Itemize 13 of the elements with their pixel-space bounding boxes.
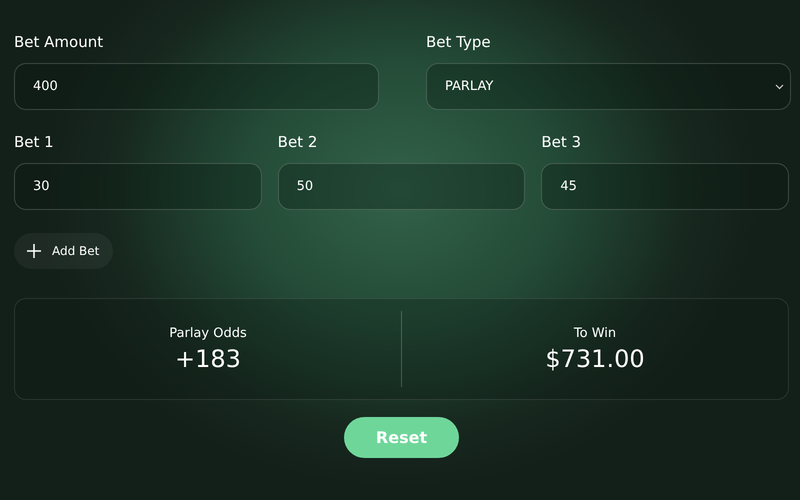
field-label: Bet 1 [14, 132, 54, 152]
plus-icon [26, 243, 42, 259]
result-value: +183 [175, 344, 241, 372]
result-label: To Win [574, 326, 616, 340]
field-label: Bet Amount [14, 32, 104, 52]
field-label: Bet 2 [278, 132, 318, 152]
result-value: $731.00 [545, 344, 645, 372]
chevron-down-icon [775, 84, 784, 90]
field-label: Bet 3 [541, 132, 582, 152]
field-label: Bet Type [426, 32, 491, 52]
add-bet-button[interactable]: Add Bet [14, 233, 114, 269]
bet-type-select[interactable]: PARLAY [426, 63, 791, 110]
result-label: Parlay Odds [169, 326, 247, 340]
